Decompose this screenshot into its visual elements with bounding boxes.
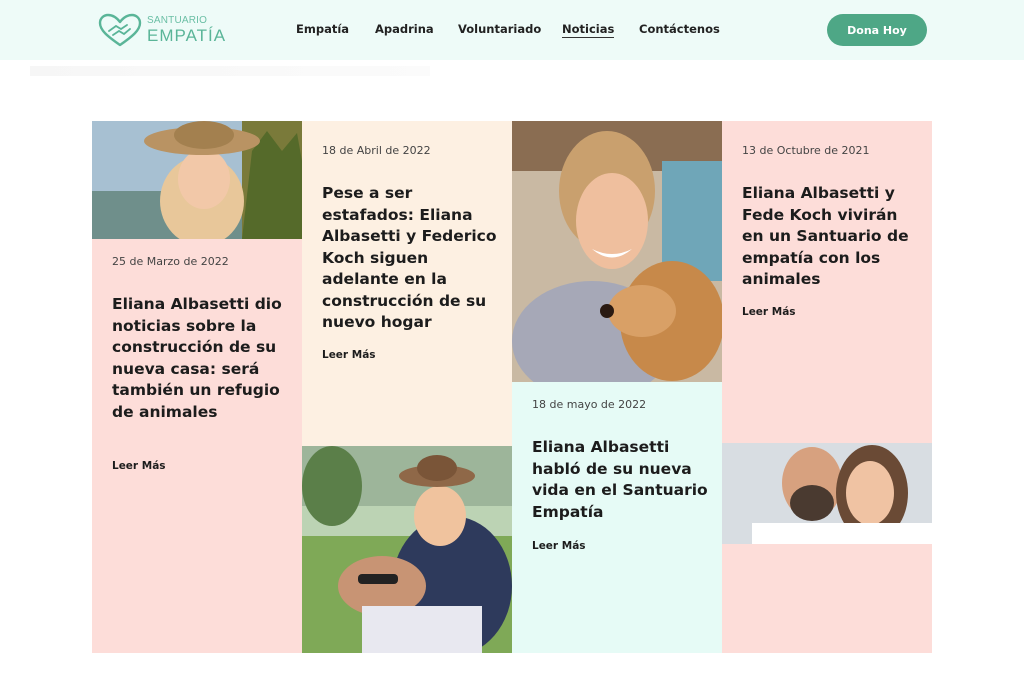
article-1-read-more[interactable]: Leer Más [112,460,166,472]
nav-voluntariado[interactable]: Voluntariado [458,22,541,36]
article-1-date: 25 de Marzo de 2022 [112,255,229,268]
nav-contactenos[interactable]: Contáctenos [639,22,720,36]
couple-park-photo-icon [302,446,512,653]
article-3-photo[interactable] [512,121,722,382]
donate-button[interactable]: Dona Hoy [827,14,927,46]
article-card-4[interactable]: 13 de Octubre de 2021 Eliana Albasetti y… [722,121,932,443]
article-1-photo[interactable] [92,121,302,239]
nav-apadrina[interactable]: Apadrina [375,22,434,36]
article-3-read-more[interactable]: Leer Más [532,540,586,552]
article-3-date: 18 de mayo de 2022 [532,398,647,411]
article-2-title[interactable]: Pese a ser estafados: Eliana Albasetti y… [322,183,502,334]
article-4-read-more[interactable]: Leer Más [742,306,796,318]
nav-empatia[interactable]: Empatía [296,22,349,36]
article-3-title[interactable]: Eliana Albasetti habló de su nueva vida … [532,437,712,523]
logo-big-text: EMPATÍA [147,26,227,45]
logo-small-text: SANTUARIO [147,15,208,26]
article-card-2[interactable]: 18 de Abril de 2022 Pese a ser estafados… [302,121,512,446]
logo[interactable]: SANTUARIO EMPATÍA [97,12,227,48]
article-4-photo[interactable] [722,443,932,544]
faded-heading [30,66,430,76]
woman-hat-photo-icon [92,121,302,239]
site-header: SANTUARIO EMPATÍA Empatía Apadrina Volun… [0,0,1024,60]
article-2-photo[interactable] [302,446,512,653]
card-4-filler [722,544,932,653]
article-card-1[interactable]: 25 de Marzo de 2022 Eliana Albasetti dio… [92,239,302,653]
couple-smiling-photo-icon [722,443,932,544]
article-2-date: 18 de Abril de 2022 [322,144,431,157]
article-1-title[interactable]: Eliana Albasetti dio noticias sobre la c… [112,294,292,423]
nav-noticias[interactable]: Noticias [562,22,615,38]
article-4-date: 13 de Octubre de 2021 [742,144,870,157]
woman-dog-photo-icon [512,121,722,382]
article-card-3[interactable]: 18 de mayo de 2022 Eliana Albasetti habl… [512,382,722,653]
heart-hands-logo-icon [98,13,142,47]
article-2-read-more[interactable]: Leer Más [322,349,376,361]
article-4-title[interactable]: Eliana Albasetti y Fede Koch vivirán en … [742,183,924,291]
